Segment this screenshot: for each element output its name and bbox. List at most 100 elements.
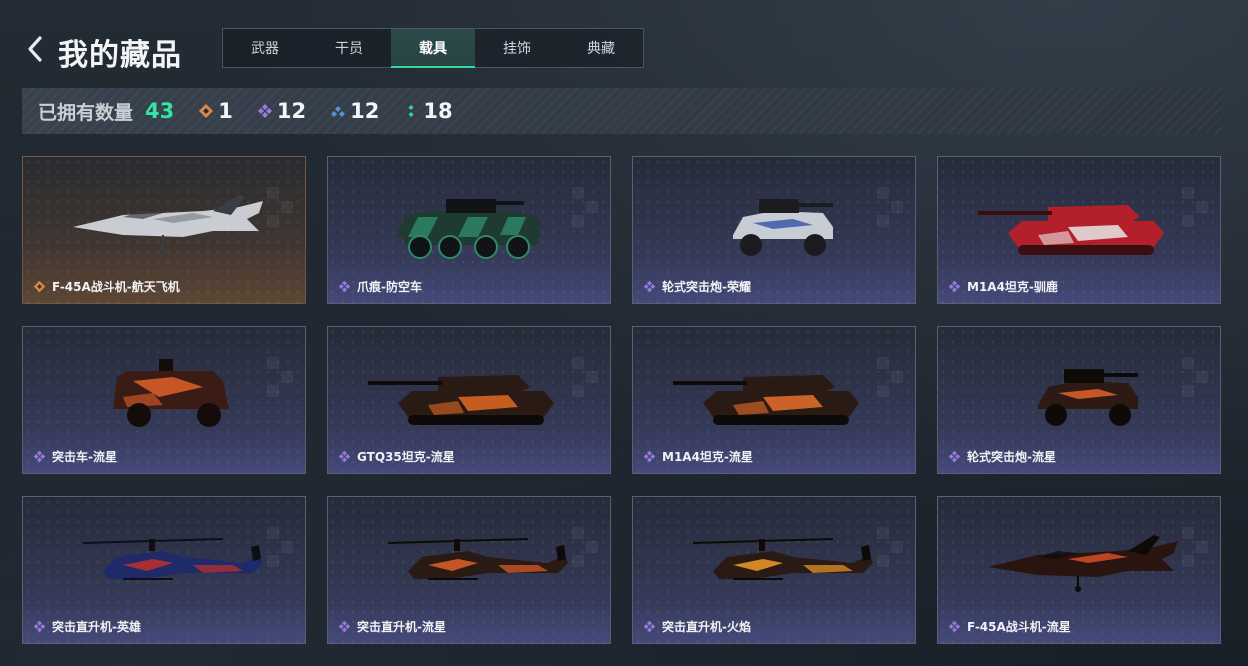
card-decoration: [877, 357, 907, 417]
tier-count: 1: [218, 99, 233, 123]
jet-vehicle-icon: [988, 535, 1178, 592]
vehicle-name: 轮式突击炮-荣耀: [662, 280, 751, 294]
vehicle-name: 突击直升机-英雄: [52, 620, 141, 634]
truck-vehicle-icon: [113, 359, 229, 427]
purple-diamond-icon: [33, 620, 46, 633]
chevron-left-icon: [28, 36, 42, 62]
heli-vehicle-icon: [82, 538, 263, 580]
tab-label: 干员: [335, 41, 363, 57]
jet-vehicle-icon: [73, 195, 263, 252]
card-label: M1A4坦克-流星: [643, 448, 753, 465]
card-decoration: [877, 187, 907, 247]
card-decoration: [572, 187, 602, 247]
heli-vehicle-icon: [387, 538, 568, 580]
vehicle-card[interactable]: 爪痕-防空车: [327, 156, 611, 304]
purple-diamond-icon: [948, 450, 961, 463]
tab-label: 武器: [251, 41, 279, 57]
card-decoration: [1182, 357, 1212, 417]
vehicle-card[interactable]: F-45A战斗机-流星: [937, 496, 1221, 644]
card-decoration: [877, 527, 907, 587]
purple-diamond-icon: [338, 620, 351, 633]
card-label: F-45A战斗机-流星: [948, 618, 1071, 635]
vehicle-card[interactable]: 轮式突击炮-流星: [937, 326, 1221, 474]
tier-count: 18: [423, 99, 453, 123]
vehicle-name: 爪痕-防空车: [357, 280, 422, 294]
purple-diamond-icon: [948, 620, 961, 633]
purple-diamond-icon: [948, 280, 961, 293]
vehicle-card[interactable]: 突击直升机-火焰: [632, 496, 916, 644]
purple-diamond-icon: [338, 450, 351, 463]
back-button[interactable]: [24, 34, 46, 64]
vehicle-card[interactable]: GTQ35坦克-流星: [327, 326, 611, 474]
card-label: GTQ35坦克-流星: [338, 448, 455, 465]
tab-charms[interactable]: 挂饰: [475, 29, 559, 67]
vehicle-name: 轮式突击炮-流星: [967, 450, 1056, 464]
tier-stat-purple: 12: [257, 99, 306, 123]
collection-page: 我的藏品 武器 干员 载具 挂饰 典藏 已拥有数量 43 1 12 12 18 …: [0, 0, 1248, 666]
vehicle-grid: F-45A战斗机-航天飞机 爪痕-防空车 轮式突击炮-荣耀 M1A4坦克-驯鹿突击车-…: [22, 156, 1222, 646]
tank-vehicle-icon: [673, 375, 859, 425]
vehicle-card[interactable]: M1A4坦克-驯鹿: [937, 156, 1221, 304]
heli-vehicle-icon: [692, 538, 873, 580]
vehicle-name: 突击车-流星: [52, 450, 117, 464]
card-decoration: [1182, 187, 1212, 247]
card-label: 轮式突击炮-荣耀: [643, 278, 751, 295]
card-label: 轮式突击炮-流星: [948, 448, 1056, 465]
vehicle-card[interactable]: M1A4坦克-流星: [632, 326, 916, 474]
card-label: M1A4坦克-驯鹿: [948, 278, 1058, 295]
vehicle-card[interactable]: 突击直升机-英雄: [22, 496, 306, 644]
purple-diamond-icon: [643, 280, 656, 293]
vehicle-card[interactable]: 突击直升机-流星: [327, 496, 611, 644]
tab-label: 挂饰: [503, 41, 531, 57]
card-label: 突击直升机-流星: [338, 618, 446, 635]
card-decoration: [267, 187, 297, 247]
card-decoration: [267, 527, 297, 587]
vehicle-card[interactable]: 轮式突击炮-荣耀: [632, 156, 916, 304]
vehicle-name: 突击直升机-火焰: [662, 620, 751, 634]
tab-vehicles[interactable]: 载具: [391, 29, 475, 68]
buggy-vehicle-icon: [1038, 369, 1138, 426]
card-label: 突击直升机-英雄: [33, 618, 141, 635]
card-label: 爪痕-防空车: [338, 278, 422, 295]
vehicle-card[interactable]: F-45A战斗机-航天飞机: [22, 156, 306, 304]
tier-count: 12: [350, 99, 380, 123]
tier-stat-orange: 1: [198, 99, 233, 123]
purple-diamond-icon: [257, 104, 272, 118]
tank-vehicle-icon: [368, 375, 554, 425]
green-dots-icon: [408, 105, 414, 117]
orange-diamond-icon: [33, 280, 46, 293]
owned-count: 43: [145, 99, 175, 123]
tab-label: 典藏: [587, 41, 615, 57]
tank-vehicle-icon: [978, 205, 1164, 255]
orange-diamond-icon: [199, 104, 214, 118]
vehicle-name: M1A4坦克-流星: [662, 450, 753, 464]
buggy-vehicle-icon: [733, 199, 833, 256]
tab-operators[interactable]: 干员: [307, 29, 391, 67]
card-label: F-45A战斗机-航天飞机: [33, 278, 180, 295]
card-decoration: [572, 357, 602, 417]
category-tabs: 武器 干员 载具 挂饰 典藏: [222, 28, 644, 68]
tab-weapons[interactable]: 武器: [223, 29, 307, 67]
vehicle-card[interactable]: 突击车-流星: [22, 326, 306, 474]
owned-label: 已拥有数量: [38, 101, 134, 124]
purple-diamond-icon: [33, 450, 46, 463]
purple-diamond-icon: [643, 450, 656, 463]
vehicle-name: M1A4坦克-驯鹿: [967, 280, 1058, 294]
purple-diamond-icon: [643, 620, 656, 633]
vehicle-name: F-45A战斗机-航天飞机: [52, 280, 180, 294]
page-title: 我的藏品: [58, 38, 182, 73]
vehicle-name: GTQ35坦克-流星: [357, 450, 455, 464]
blue-diamond-icon: [331, 106, 346, 117]
apc-vehicle-icon: [398, 199, 540, 259]
tier-stat-blue: 12: [330, 99, 379, 123]
card-decoration: [572, 527, 602, 587]
tier-count: 12: [276, 99, 307, 123]
card-decoration: [267, 357, 297, 417]
tab-collections[interactable]: 典藏: [559, 29, 643, 67]
card-decoration: [1182, 527, 1212, 587]
ownership-stats-bar: 已拥有数量 43 1 12 12 18: [22, 88, 1222, 134]
vehicle-name: F-45A战斗机-流星: [967, 620, 1071, 634]
card-label: 突击直升机-火焰: [643, 618, 751, 635]
tab-label: 载具: [419, 41, 447, 57]
card-label: 突击车-流星: [33, 448, 117, 465]
